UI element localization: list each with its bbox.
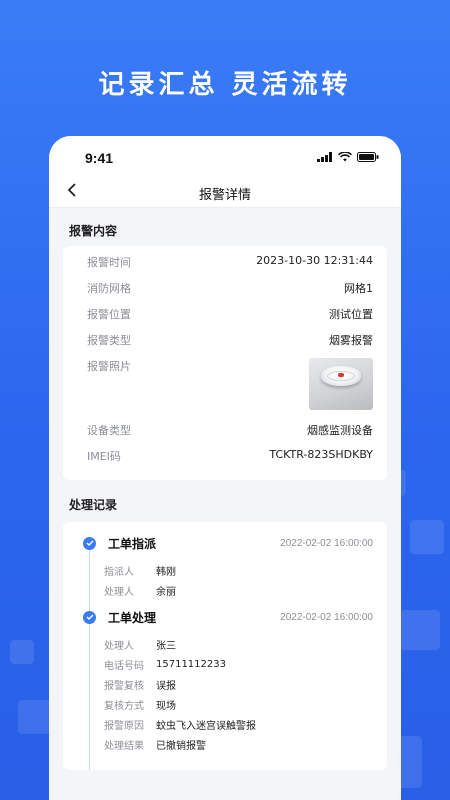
detector-led <box>338 373 344 377</box>
smoke-detector-image <box>321 366 361 386</box>
detail-label: 设备类型 <box>87 424 131 437</box>
record-field: 处理人 张三 <box>104 634 373 654</box>
decor-square <box>18 700 52 734</box>
detail-value: TCKTR-823SHDKBY <box>269 448 373 461</box>
detail-label: 报警照片 <box>87 360 131 373</box>
record-field-value: 蚊虫飞入迷宫误触警报 <box>156 720 256 732</box>
detail-label: IMEI码 <box>87 450 121 463</box>
record-field: 处理结果 已撤销报警 <box>104 734 373 754</box>
timeline-entry-time: 2022-02-02 16:00:00 <box>280 611 373 623</box>
record-field-value: 现场 <box>156 700 176 712</box>
alarm-photo-thumbnail[interactable] <box>309 358 373 410</box>
decor-square <box>410 520 444 554</box>
detail-label: 报警位置 <box>87 308 131 321</box>
signal-icon <box>317 152 332 162</box>
detail-row-type: 报警类型 烟雾报警 <box>87 332 373 358</box>
detail-label: 报警时间 <box>87 256 131 269</box>
record-field-value: 误报 <box>156 680 176 692</box>
record-field: 处理人 余丽 <box>104 580 373 600</box>
headline: 记录汇总 灵活流转 <box>98 70 352 100</box>
record-field-value: 张三 <box>156 640 176 652</box>
detail-value: 2023-10-30 12:31:44 <box>256 254 373 267</box>
status-icons <box>317 152 379 162</box>
decor-square <box>10 640 34 664</box>
record-field: 电话号码 15711112233 <box>104 654 373 674</box>
record-field-key: 电话号码 <box>104 660 144 672</box>
battery-icon <box>357 152 379 162</box>
detail-value: 烟感监测设备 <box>307 424 373 437</box>
detail-row-imei: IMEI码 TCKTR-823SHDKBY <box>87 448 373 474</box>
record-field-value: 余丽 <box>156 586 176 598</box>
timeline-entry-header: 工单处理 2022-02-02 16:00:00 <box>83 606 373 628</box>
detail-value: 测试位置 <box>329 308 373 321</box>
status-time: 9:41 <box>85 150 114 166</box>
timeline-entry-time: 2022-02-02 16:00:00 <box>280 537 373 549</box>
record-field-key: 复核方式 <box>104 700 144 712</box>
record-field-key: 处理人 <box>104 640 134 652</box>
detail-value: 网格1 <box>344 282 373 295</box>
detail-row-grid: 消防网格 网格1 <box>87 280 373 306</box>
page-title: 报警详情 <box>198 188 251 203</box>
timeline-entry-body: 处理人 张三 电话号码 15711112233 报警复核 误报 复核方式 现场 … <box>83 628 373 760</box>
detail-value: 烟雾报警 <box>329 334 373 347</box>
record-field-key: 处理结果 <box>104 740 144 752</box>
record-field-key: 报警原因 <box>104 720 144 732</box>
phone-frame: 9:41 报警详情 报警内容 报警时间 2023-10-30 12:31:44 … <box>49 136 401 800</box>
record-field-key: 指派人 <box>104 566 134 578</box>
process-record-card: 工单指派 2022-02-02 16:00:00 指派人 韩刚 处理人 余丽 工… <box>63 522 387 770</box>
record-field: 报警复核 误报 <box>104 674 373 694</box>
record-field: 复核方式 现场 <box>104 694 373 714</box>
timeline-entry-title: 工单处理 <box>108 610 157 625</box>
wifi-icon <box>338 152 352 162</box>
detail-label: 报警类型 <box>87 334 131 347</box>
detail-label: 消防网格 <box>87 282 131 295</box>
records-section-title: 处理记录 <box>69 498 118 512</box>
check-icon <box>83 610 96 624</box>
alarm-detail-card: 报警时间 2023-10-30 12:31:44 消防网格 网格1 报警位置 测… <box>63 246 387 480</box>
timeline-entry-header: 工单指派 2022-02-02 16:00:00 <box>83 532 373 554</box>
record-field: 报警原因 蚊虫飞入迷宫误触警报 <box>104 714 373 734</box>
record-field-key: 处理人 <box>104 586 134 598</box>
timeline-entry-title: 工单指派 <box>108 536 157 551</box>
record-field-value: 15711112233 <box>156 658 226 670</box>
detail-row-device-type: 设备类型 烟感监测设备 <box>87 422 373 448</box>
check-icon <box>83 536 96 550</box>
alarm-section-title: 报警内容 <box>69 224 118 238</box>
detail-row-time: 报警时间 2023-10-30 12:31:44 <box>87 254 373 280</box>
timeline-entry-body: 指派人 韩刚 处理人 余丽 <box>83 554 373 606</box>
record-field-key: 报警复核 <box>104 680 144 692</box>
detail-row-photo: 报警照片 <box>87 358 373 422</box>
record-field: 指派人 韩刚 <box>104 560 373 580</box>
timeline-line <box>89 544 90 770</box>
nav-bar: 报警详情 <box>49 178 401 208</box>
record-field-value: 已撤销报警 <box>156 740 206 752</box>
record-field-value: 韩刚 <box>156 566 176 578</box>
decor-square <box>400 610 440 650</box>
status-bar: 9:41 <box>49 136 401 178</box>
detail-row-location: 报警位置 测试位置 <box>87 306 373 332</box>
